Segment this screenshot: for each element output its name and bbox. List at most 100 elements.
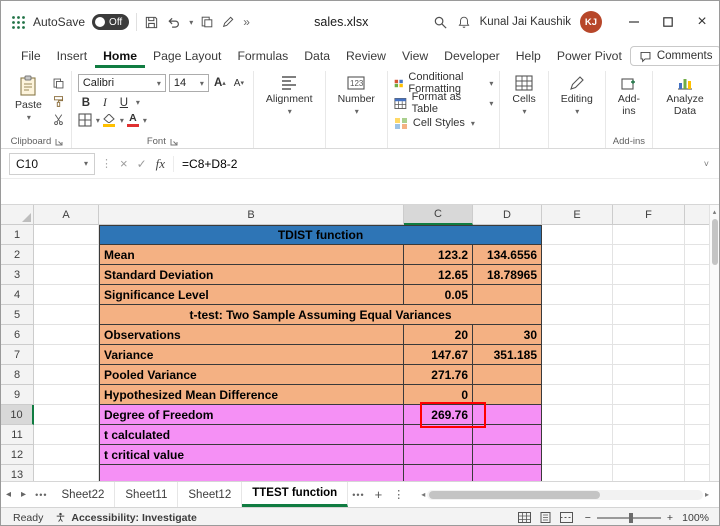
comments-button[interactable]: Comments [629,46,719,66]
cell-F10[interactable] [613,405,685,425]
cell-A13[interactable] [34,465,99,481]
row-header-10[interactable]: 10 [1,405,34,425]
row-header-6[interactable]: 6 [1,325,34,345]
cell-D12[interactable] [473,445,542,465]
tab-page-layout[interactable]: Page Layout [145,45,229,68]
row-header-12[interactable]: 12 [1,445,34,465]
save-icon[interactable] [144,15,159,30]
paste-button[interactable]: Paste ▾ [9,74,48,123]
cell-A8[interactable] [34,365,99,385]
alignment-button[interactable]: Alignment ▾ [260,74,319,117]
cell-E4[interactable] [542,285,613,305]
name-box[interactable]: C10 ▾ [9,152,95,175]
cell-B6[interactable]: Observations [99,325,404,345]
cell-F6[interactable] [613,325,685,345]
cell-E8[interactable] [542,365,613,385]
cell-F8[interactable] [613,365,685,385]
cell-F12[interactable] [613,445,685,465]
new-sheet-icon[interactable]: + [369,487,389,502]
cell-E2[interactable] [542,245,613,265]
column-header-F[interactable]: F [613,205,685,225]
number-button[interactable]: 123 Number ▾ [332,74,381,117]
column-header-B[interactable]: B [99,205,404,225]
cell-B5-merged[interactable]: t-test: Two Sample Assuming Equal Varian… [99,305,542,325]
italic-button[interactable]: I [97,94,113,111]
cell-G11[interactable] [685,425,711,445]
cell-F13[interactable] [613,465,685,481]
column-header-D[interactable]: D [473,205,542,225]
zoom-in-icon[interactable]: + [667,512,673,524]
cell-F5[interactable] [613,305,685,325]
cancel-entry-icon[interactable]: × [120,156,128,171]
minimize-button[interactable] [617,1,651,43]
sheet-more-right-icon[interactable]: ••• [348,490,368,500]
sheet-tab-sheet11[interactable]: Sheet11 [115,482,179,507]
tab-view[interactable]: View [394,45,436,68]
sheet-next-icon[interactable]: ▸ [16,489,31,500]
qat-overflow-icon[interactable]: » [243,15,250,29]
cell-F11[interactable] [613,425,685,445]
cell-G4[interactable] [685,285,711,305]
cell-E11[interactable] [542,425,613,445]
font-color-dropdown-icon[interactable]: ▾ [143,116,147,125]
conditional-formatting-button[interactable]: Conditional Formatting ▾ [394,71,493,95]
maximize-button[interactable] [651,1,685,43]
row-header-1[interactable]: 1 [1,225,34,245]
cell-E7[interactable] [542,345,613,365]
cell-styles-button[interactable]: Cell Styles ▾ [394,114,493,132]
select-all-button[interactable] [1,205,34,225]
tab-developer[interactable]: Developer [436,45,508,68]
cells-button[interactable]: Cells ▾ [506,74,541,117]
tab-power-pivot[interactable]: Power Pivot [549,45,630,68]
underline-button[interactable]: U [116,94,132,111]
cell-B1-merged[interactable]: TDIST function [99,225,542,245]
cell-A3[interactable] [34,265,99,285]
cell-B9[interactable]: Hypothesized Mean Difference [99,385,404,405]
cell-E6[interactable] [542,325,613,345]
cell-B2[interactable]: Mean [99,245,404,265]
horizontal-scroll-track[interactable] [427,489,703,500]
document-title[interactable]: sales.xlsx [250,15,433,29]
cell-G12[interactable] [685,445,711,465]
cell-A9[interactable] [34,385,99,405]
horizontal-scroll-thumb[interactable] [429,490,601,499]
cell-B4[interactable]: Significance Level [99,285,404,305]
cell-F3[interactable] [613,265,685,285]
cell-A2[interactable] [34,245,99,265]
dialog-launcher-icon[interactable] [170,138,178,146]
scroll-up-icon[interactable]: ▴ [713,205,717,216]
cell-B10[interactable]: Degree of Freedom [99,405,404,425]
font-size-combo[interactable]: 14 ▾ [168,74,209,92]
cell-D4[interactable] [473,285,542,305]
cell-A1[interactable] [34,225,99,245]
borders-icon[interactable] [78,113,92,127]
cell-C11[interactable] [404,425,473,445]
undo-icon[interactable] [166,15,181,30]
confirm-entry-icon[interactable]: ✓ [137,157,147,171]
close-button[interactable]: × [685,1,719,43]
cell-D13[interactable] [473,465,542,481]
cell-A5[interactable] [34,305,99,325]
cell-G6[interactable] [685,325,711,345]
accessibility-status[interactable]: Accessibility: Investigate [55,512,197,524]
cell-C12[interactable] [404,445,473,465]
row-header-7[interactable]: 7 [1,345,34,365]
cell-B8[interactable]: Pooled Variance [99,365,404,385]
zoom-out-icon[interactable]: − [585,512,591,524]
tab-home[interactable]: Home [95,45,145,68]
column-header-partial[interactable] [685,205,711,225]
row-header-4[interactable]: 4 [1,285,34,305]
scroll-left-icon[interactable]: ◂ [419,490,427,499]
normal-view-icon[interactable] [517,512,531,523]
cell-A10[interactable] [34,405,99,425]
addins-button[interactable]: Add-ins [612,74,646,118]
shrink-font-button[interactable]: A ▾ [231,75,247,92]
cell-E3[interactable] [542,265,613,285]
cell-E1[interactable] [542,225,613,245]
editing-button[interactable]: Editing ▾ [555,74,599,117]
grow-font-button[interactable]: A ▴ [212,75,228,92]
row-header-3[interactable]: 3 [1,265,34,285]
app-launcher-icon[interactable] [11,15,26,30]
dialog-launcher-icon[interactable] [55,138,63,146]
cell-C2[interactable]: 123.2 [404,245,473,265]
